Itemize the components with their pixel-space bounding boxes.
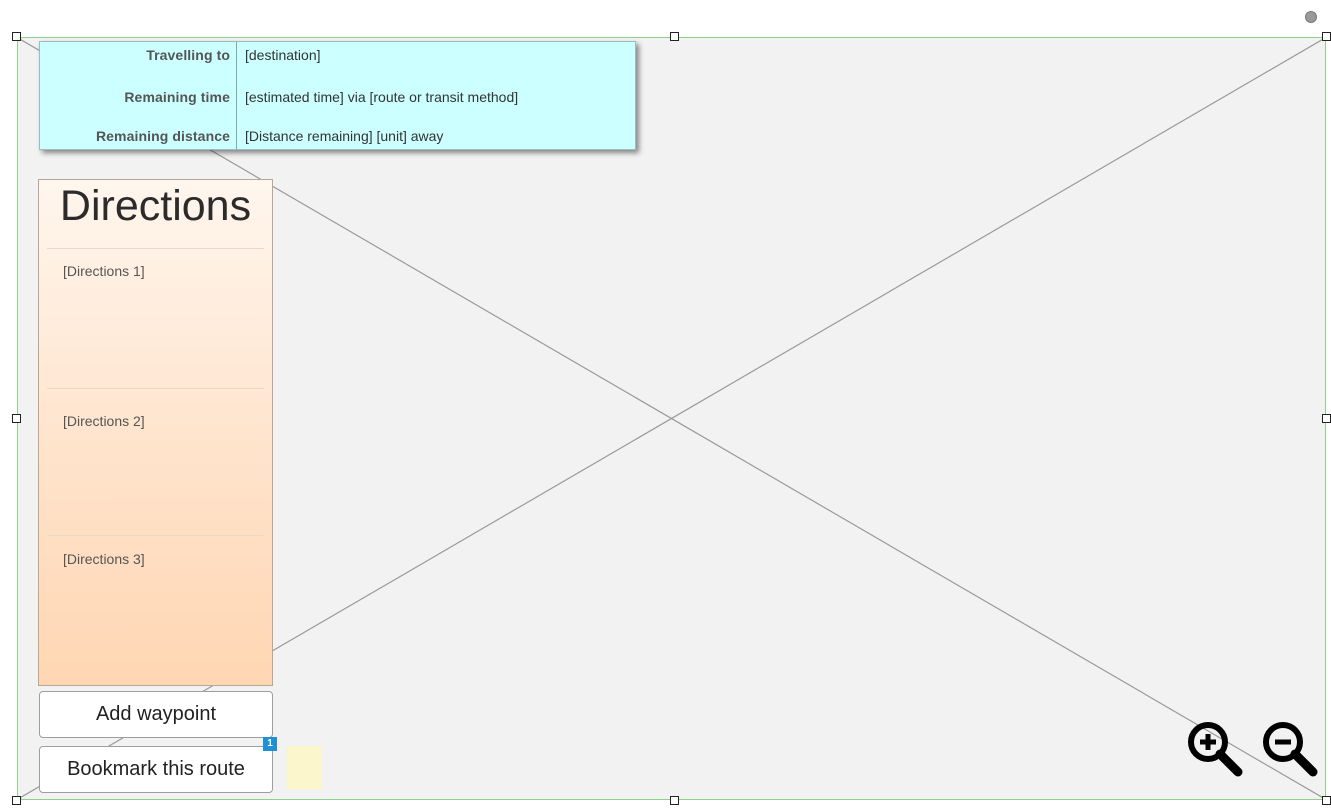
zoom-out-icon[interactable]	[1259, 718, 1319, 778]
resize-handle-middle-left[interactable]	[12, 414, 21, 423]
resize-handle-top-right[interactable]	[1322, 32, 1331, 41]
rotate-handle[interactable]	[1305, 11, 1317, 23]
destination-value: [destination]	[245, 47, 321, 63]
zoom-in-glyph	[1188, 722, 1243, 777]
directions-divider	[47, 388, 264, 389]
remaining-time-label: Remaining time	[124, 89, 230, 105]
add-waypoint-button[interactable]: Add waypoint	[39, 691, 273, 738]
remaining-time-value: [estimated time] via [route or transit m…	[245, 89, 519, 105]
resize-handle-middle-right[interactable]	[1322, 414, 1331, 423]
zoom-in-icon[interactable]	[1184, 718, 1244, 778]
trip-info-panel: Travelling to [destination] Remaining ti…	[39, 41, 636, 150]
zoom-out-glyph	[1263, 722, 1318, 777]
resize-handle-top-center[interactable]	[670, 32, 679, 41]
bookmark-route-button[interactable]: Bookmark this route	[39, 746, 273, 793]
directions-panel: Directions [Directions 1] [Directions 2]…	[38, 179, 273, 686]
directions-title: Directions	[59, 182, 252, 230]
sticky-note[interactable]	[287, 746, 322, 789]
resize-handle-bottom-right[interactable]	[1322, 796, 1331, 805]
remaining-distance-value: [Distance remaining] [unit] away	[245, 128, 444, 144]
bookmark-count-badge: 1	[263, 737, 277, 751]
trip-panel-divider	[236, 42, 237, 149]
canvas: Travelling to [destination] Remaining ti…	[0, 0, 1331, 810]
directions-item-1[interactable]: [Directions 1]	[63, 263, 145, 279]
directions-item-2[interactable]: [Directions 2]	[63, 413, 145, 429]
directions-item-3[interactable]: [Directions 3]	[63, 551, 145, 567]
travelling-to-label: Travelling to	[146, 47, 230, 63]
resize-handle-bottom-left[interactable]	[12, 796, 21, 805]
resize-handle-bottom-center[interactable]	[670, 796, 679, 805]
remaining-distance-label: Remaining distance	[95, 128, 230, 144]
directions-divider	[47, 535, 264, 536]
resize-handle-top-left[interactable]	[12, 32, 21, 41]
directions-divider	[47, 248, 264, 249]
